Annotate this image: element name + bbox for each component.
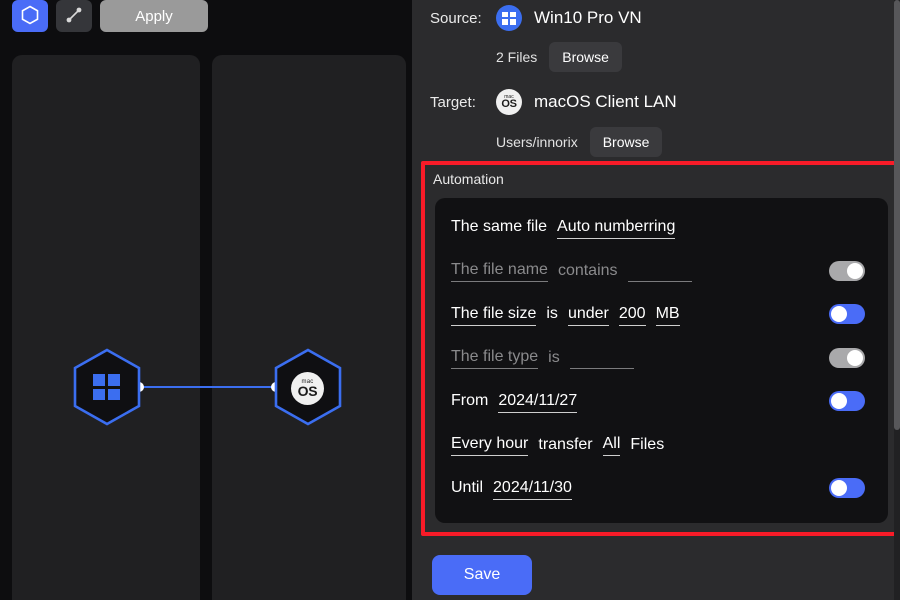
rule-until-date-segment-0: Until [451,479,484,496]
canvas-node-source[interactable] [72,348,142,426]
rule-schedule-segment-3: Files [630,435,665,453]
app-root: Apply mac OS Source: Win10 Pro VN 2 File… [0,0,900,600]
automation-rule-file-type: The file type is [451,343,875,375]
macos-logo-icon: mac OS [291,372,324,405]
source-row: Source: Win10 Pro VN [430,5,880,31]
toggle-knob [847,349,863,366]
rule-same-file-segment-0: The same file [451,218,548,235]
rule-file-name-segment-1: contains [557,261,618,279]
toggle-knob [831,393,847,409]
transfer-settings-panel: Source: Win10 Pro VN 2 Files Browse Targ… [412,0,900,600]
automation-section: Automation The same file Auto numberring T… [425,165,896,532]
target-endpoint-name: macOS Client LAN [534,92,677,111]
windows-logo-icon [496,5,522,31]
automation-rules-card: The same file Auto numberring The file nam… [435,198,888,523]
rule-file-size-segment-0[interactable]: The file size [451,305,537,326]
toggle-knob [831,480,847,496]
source-browse-button[interactable]: Browse [549,42,622,72]
node-connection-line [141,386,273,388]
automation-title: Automation [433,171,504,187]
rule-from-date-segment-1[interactable]: 2024/11/27 [498,392,578,413]
rule-until-date-segment-1[interactable]: 2024/11/30 [493,479,572,500]
target-label: Target: [430,93,476,111]
connection-line-icon [64,5,84,28]
target-path-row: Users/innorix Browse [496,127,663,157]
rule-file-name-toggle[interactable] [829,260,865,281]
source-file-count: 2 Files [496,49,538,65]
rule-file-size-segment-2[interactable]: under [567,305,609,326]
source-label: Source: [430,9,482,27]
target-row: Target: mac OS macOS Client LAN [430,89,880,115]
rule-file-type-segment-2[interactable] [569,348,634,369]
node-tool-button[interactable] [12,0,48,32]
windows-logo-icon [93,374,120,400]
automation-rule-schedule: Every hour transfer All Files [451,430,875,462]
link-tool-button[interactable] [56,0,92,32]
panel-scrollbar-thumb[interactable] [894,0,900,430]
macos-badge-main: OS [297,383,318,399]
rule-file-size-toggle[interactable] [829,304,865,324]
rule-file-size-segment-3[interactable]: 200 [618,305,646,326]
macos-badge-main: OS [501,97,517,110]
toggle-knob [847,262,863,279]
rule-file-type-segment-1: is [548,348,560,366]
automation-rule-until-date: Until 2024/11/30 [451,473,875,505]
rule-schedule-segment-1: transfer [538,435,593,453]
rule-file-type-segment-0[interactable]: The file type [451,348,539,369]
rule-until-date-toggle[interactable] [829,478,865,498]
rule-from-date-toggle[interactable] [829,391,865,411]
automation-rule-from-date: From 2024/11/27 [451,386,875,418]
macos-logo-icon: mac OS [496,89,522,115]
canvas-panel-right[interactable] [212,55,406,600]
apply-button[interactable]: Apply [100,0,208,32]
toggle-knob [831,306,847,322]
target-path: Users/innorix [496,134,578,150]
rule-file-size-segment-4[interactable]: MB [655,305,680,326]
rule-same-file-segment-1[interactable]: Auto numberring [557,218,676,239]
rule-schedule-segment-0[interactable]: Every hour [451,435,529,456]
save-button[interactable]: Save [432,555,532,595]
rule-file-type-toggle[interactable] [829,347,865,368]
rule-file-name-segment-2[interactable] [627,261,692,282]
automation-rule-same-file: The same file Auto numberring [451,212,875,244]
automation-rule-file-size: The file size is under 200 MB [451,299,875,331]
automation-rule-file-name: The file name contains [451,256,875,288]
source-files-row: 2 Files Browse [496,42,622,72]
rule-file-name-segment-0[interactable]: The file name [451,261,548,282]
canvas-toolbar: Apply [12,0,208,32]
canvas-area: Apply mac OS [0,0,412,600]
canvas-node-target[interactable]: mac OS [273,348,343,426]
rule-file-size-segment-1: is [546,305,558,322]
target-browse-button[interactable]: Browse [589,127,663,157]
canvas-panel-left[interactable] [12,55,200,600]
rule-schedule-segment-2[interactable]: All [602,435,621,456]
source-endpoint-name: Win10 Pro VN [534,8,642,27]
hexagon-icon [21,5,39,28]
panel-scrollbar-track[interactable] [894,0,900,600]
rule-from-date-segment-0: From [451,392,489,409]
